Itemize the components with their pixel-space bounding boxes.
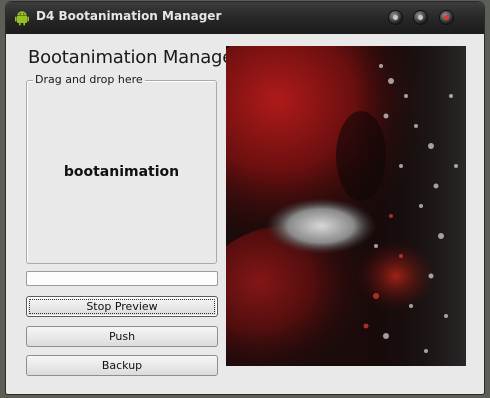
backup-label: Backup <box>101 359 143 372</box>
drop-zone-legend: Drag and drop here <box>33 73 145 86</box>
push-button[interactable]: Push <box>26 326 218 347</box>
main-panel: Bootanimation Manager Drag and drop here… <box>8 34 482 392</box>
backup-button[interactable]: Backup <box>26 355 218 376</box>
app-window: D4 Bootanimation Manager Bootanimation M… <box>6 2 484 394</box>
close-button[interactable] <box>440 11 453 24</box>
drop-zone-filename: bootanimation <box>63 164 180 180</box>
push-label: Push <box>108 330 136 343</box>
window-title: D4 Bootanimation Manager <box>36 9 222 23</box>
preview-image <box>226 46 466 366</box>
animation-preview <box>226 46 466 366</box>
focus-ring <box>29 299 215 314</box>
minimize-button[interactable] <box>389 11 402 24</box>
android-icon <box>15 11 29 26</box>
maximize-icon <box>418 15 423 20</box>
stop-preview-button[interactable]: Stop Preview <box>26 296 218 317</box>
progress-bar <box>26 271 218 286</box>
maximize-button[interactable] <box>414 11 427 24</box>
title-bar[interactable]: D4 Bootanimation Manager <box>6 2 484 34</box>
close-icon <box>444 15 449 20</box>
minimize-icon <box>393 15 398 20</box>
page-title: Bootanimation Manager <box>28 47 241 68</box>
